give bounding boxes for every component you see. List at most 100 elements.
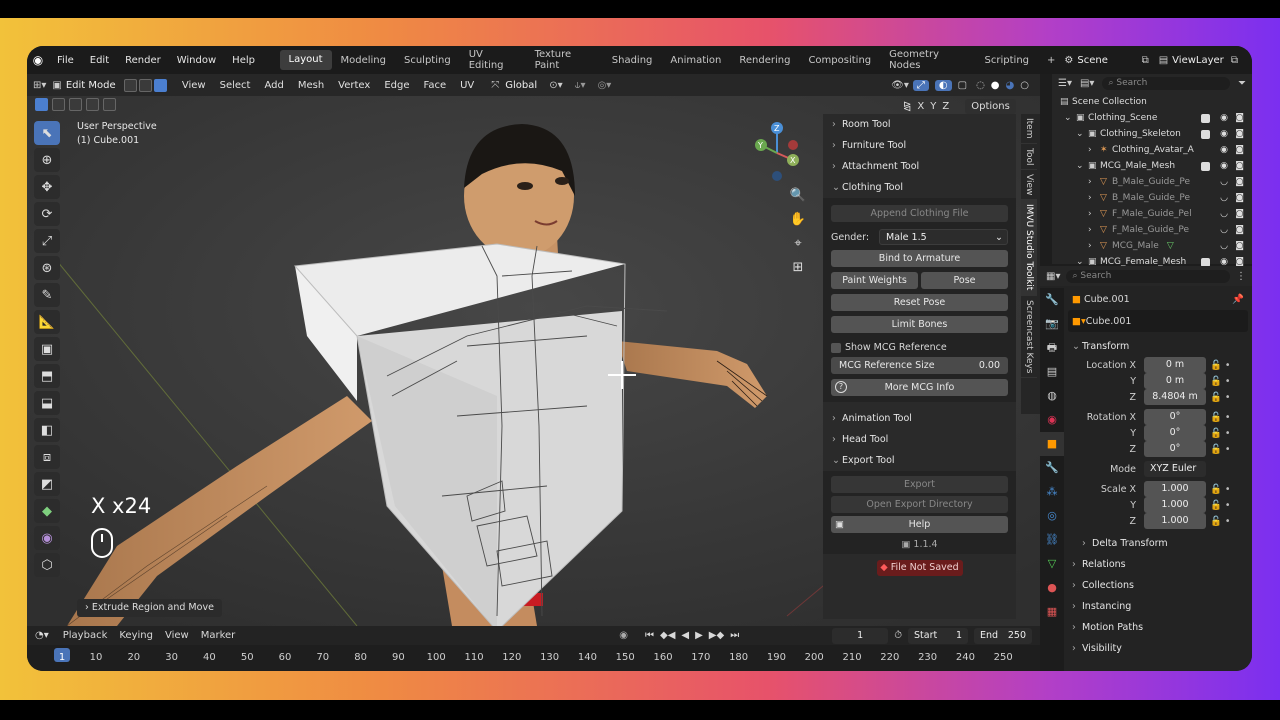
menu-vertex[interactable]: Vertex (331, 80, 377, 91)
open-export-dir-button[interactable]: Open Export Directory (831, 496, 1008, 513)
tab-animation[interactable]: Animation (661, 55, 730, 66)
copy-scene-icon[interactable]: ⧉ (1142, 55, 1149, 66)
camera-icon[interactable]: ◙ (1235, 177, 1244, 187)
options-menu[interactable]: Options (965, 98, 1016, 114)
outliner-row[interactable]: ⌄ ▣ Clothing_Skeleton ◉ ◙ (1052, 126, 1252, 142)
eye-icon[interactable]: ◡ (1220, 241, 1228, 251)
camera-icon[interactable]: ◙ (1235, 113, 1244, 123)
panel-collections[interactable]: › Collections (1068, 575, 1248, 596)
menu-timeline-view[interactable]: View (159, 630, 195, 641)
outliner-type-icon[interactable]: ☰▾ (1058, 78, 1072, 89)
location-x-field[interactable]: 0 m (1144, 357, 1206, 373)
menu-face[interactable]: Face (416, 80, 453, 91)
menu-render[interactable]: Render (117, 55, 169, 66)
location-z-field[interactable]: 8.4804 m (1144, 389, 1206, 405)
scene-selector[interactable]: Scene (1077, 55, 1141, 66)
add-workspace-button[interactable]: + (1038, 55, 1064, 66)
panel-animation-tool[interactable]: › Animation Tool (823, 408, 1016, 429)
location-y-field[interactable]: 0 m (1144, 373, 1206, 389)
menu-file[interactable]: File (49, 55, 82, 66)
camera-icon[interactable]: ◙ (1235, 129, 1244, 139)
editor-type-icon[interactable]: ⊞▾ (27, 80, 52, 91)
proportional-edit-icon[interactable]: ◎▾ (592, 80, 618, 91)
append-clothing-button[interactable]: Append Clothing File (831, 205, 1008, 222)
show-mcg-checkbox[interactable] (831, 342, 841, 353)
gizmo-toggle-icon[interactable]: ⤢ (912, 79, 929, 91)
scene-tab-icon[interactable]: ◍ (1040, 384, 1064, 408)
start-frame-field[interactable]: Start 1 (908, 627, 968, 644)
tab-texture-paint[interactable]: Texture Paint (526, 49, 603, 71)
key-prev-icon[interactable]: ◆◀ (657, 630, 678, 641)
lock-icon[interactable]: 🔓 • (1206, 500, 1242, 511)
material-shading-icon[interactable]: ◕ (1003, 80, 1018, 91)
scale-y-field[interactable]: 1.000 (1144, 497, 1206, 513)
rotation-x-field[interactable]: 0° (1144, 409, 1206, 425)
vertex-select-button[interactable] (123, 78, 137, 92)
lock-icon[interactable]: 🔓 • (1206, 444, 1242, 455)
outliner-row[interactable]: › ▽ F_Male_Guide_Pel ◡ ◙ (1052, 206, 1252, 222)
eye-icon[interactable]: ◡ (1220, 225, 1228, 235)
tab-compositing[interactable]: Compositing (799, 55, 880, 66)
frame-ruler[interactable]: 1 10 20 30 40 50 60 70 80 90 100 110 120 130 140 150 160… (27, 645, 1040, 671)
tab-rendering[interactable]: Rendering (730, 55, 799, 66)
navigation-gizmo[interactable]: Z Y X (747, 118, 807, 188)
eye-icon[interactable]: ◉ (1220, 129, 1228, 139)
extrude-tool-icon[interactable]: ⬒ (34, 364, 60, 388)
panel-transform[interactable]: ⌄ Transform (1068, 336, 1248, 357)
constraints-tab-icon[interactable]: ⛓ (1040, 528, 1064, 552)
world-tab-icon[interactable]: ◉ (1040, 408, 1064, 432)
bind-armature-button[interactable]: Bind to Armature (831, 250, 1008, 267)
viewlayer-selector[interactable]: ViewLayer (1172, 55, 1231, 66)
physics-tab-icon[interactable]: ◎ (1040, 504, 1064, 528)
material-tab-icon[interactable]: ● (1040, 576, 1064, 600)
tab-sculpting[interactable]: Sculpting (395, 55, 460, 66)
pivot-icon[interactable]: ⊙▾ (543, 80, 568, 91)
mode-selector[interactable]: Edit Mode (62, 80, 124, 91)
panel-relations[interactable]: › Relations (1068, 554, 1248, 575)
select-extend-button[interactable] (52, 98, 65, 111)
camera-icon[interactable]: ◙ (1235, 161, 1244, 171)
tab-uv-editing[interactable]: UV Editing (460, 49, 526, 71)
outliner-row[interactable]: › ▽ B_Male_Guide_Pe ◡ ◙ (1052, 174, 1252, 190)
camera-icon[interactable]: ◙ (1235, 193, 1244, 203)
tab-item[interactable]: Item (1021, 114, 1037, 144)
annotate-tool-icon[interactable]: ✎ (34, 283, 60, 307)
play-icon[interactable]: ▶ (692, 630, 706, 641)
menu-mesh[interactable]: Mesh (291, 80, 331, 91)
tab-view[interactable]: View (1021, 170, 1037, 201)
blender-logo-icon[interactable]: ◉ (27, 53, 49, 67)
properties-options-icon[interactable]: ⋮ (1236, 271, 1246, 282)
current-frame-field[interactable]: 1 (832, 627, 889, 644)
move-tool-icon[interactable]: ✥ (34, 175, 60, 199)
visibility-icon[interactable]: 👁▾ (887, 80, 913, 91)
knife-tool-icon[interactable]: ◩ (34, 472, 60, 496)
mcg-size-field[interactable]: MCG Reference Size 0.00 (831, 357, 1008, 374)
properties-type-icon[interactable]: ▦▾ (1046, 271, 1060, 282)
lock-icon[interactable]: 🔓 • (1206, 392, 1242, 403)
menu-edge[interactable]: Edge (377, 80, 416, 91)
scale-tool-icon[interactable]: ⤢ (34, 229, 60, 253)
snap-icon[interactable]: ⫝▾ (569, 80, 592, 91)
tab-geometry-nodes[interactable]: Geometry Nodes (880, 49, 975, 71)
add-cube-tool-icon[interactable]: ▣ (34, 337, 60, 361)
panel-instancing[interactable]: › Instancing (1068, 596, 1248, 617)
lock-icon[interactable]: 🔓 • (1206, 516, 1242, 527)
menu-select[interactable]: Select (213, 80, 258, 91)
reset-pose-button[interactable]: Reset Pose (831, 294, 1008, 311)
jump-start-icon[interactable]: ⏮ (642, 630, 657, 641)
eye-icon[interactable]: ◡ (1220, 193, 1228, 203)
panel-clothing-tool[interactable]: ⌄ Clothing Tool (823, 177, 1016, 198)
zoom-icon[interactable]: 🔍 (789, 184, 807, 208)
face-select-button[interactable] (153, 78, 167, 92)
camera-icon[interactable]: ◙ (1235, 209, 1244, 219)
jump-end-icon[interactable]: ⏭ (727, 630, 742, 641)
outliner-row[interactable]: › ▽ B_Male_Guide_Pe ◡ ◙ (1052, 190, 1252, 206)
modifier-tab-icon[interactable]: 🔧 (1040, 456, 1064, 480)
edge-select-button[interactable] (138, 78, 152, 92)
panel-head-tool[interactable]: › Head Tool (823, 429, 1016, 450)
menu-keying[interactable]: Keying (113, 630, 159, 641)
menu-edit[interactable]: Edit (82, 55, 117, 66)
camera-view-icon[interactable]: ⌖ (789, 232, 807, 256)
tab-layout[interactable]: Layout (279, 50, 332, 70)
menu-add[interactable]: Add (257, 80, 290, 91)
